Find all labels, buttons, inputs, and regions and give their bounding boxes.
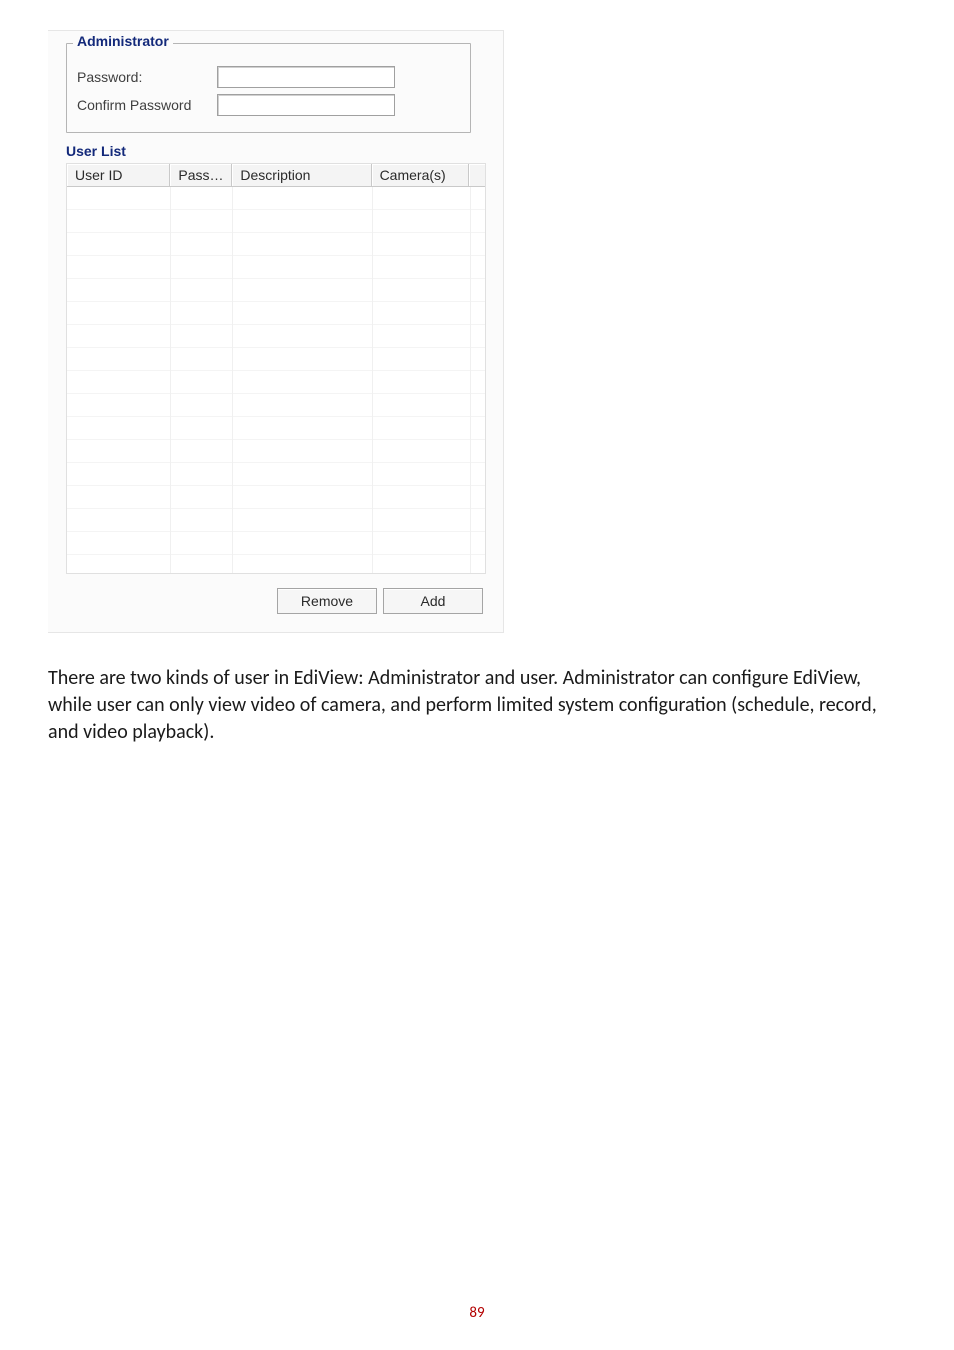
administrator-groupbox: Administrator Password: Confirm Password — [66, 43, 471, 133]
button-row: Remove Add — [48, 588, 483, 614]
password-input[interactable] — [217, 66, 395, 88]
administrator-legend: Administrator — [73, 33, 173, 49]
confirm-password-label: Confirm Password — [77, 97, 217, 113]
password-row: Password: — [77, 66, 460, 88]
user-list-table: User ID Pass… Description Camera(s) — [66, 163, 486, 574]
col-cameras[interactable]: Camera(s) — [372, 164, 469, 187]
user-config-panel: Administrator Password: Confirm Password… — [48, 30, 504, 633]
col-user-id[interactable]: User ID — [67, 164, 170, 187]
add-button[interactable]: Add — [383, 588, 483, 614]
col-password[interactable]: Pass… — [170, 164, 232, 187]
description-paragraph: There are two kinds of user in EdiView: … — [48, 665, 906, 746]
password-label: Password: — [77, 69, 217, 85]
col-spacer — [469, 164, 485, 187]
remove-button[interactable]: Remove — [277, 588, 377, 614]
page-number: 89 — [0, 1304, 954, 1322]
user-list-heading: User List — [66, 143, 503, 159]
col-description[interactable]: Description — [232, 164, 371, 187]
confirm-password-row: Confirm Password — [77, 94, 460, 116]
user-list-header: User ID Pass… Description Camera(s) — [67, 164, 485, 187]
user-list-body[interactable] — [67, 187, 485, 573]
confirm-password-input[interactable] — [217, 94, 395, 116]
